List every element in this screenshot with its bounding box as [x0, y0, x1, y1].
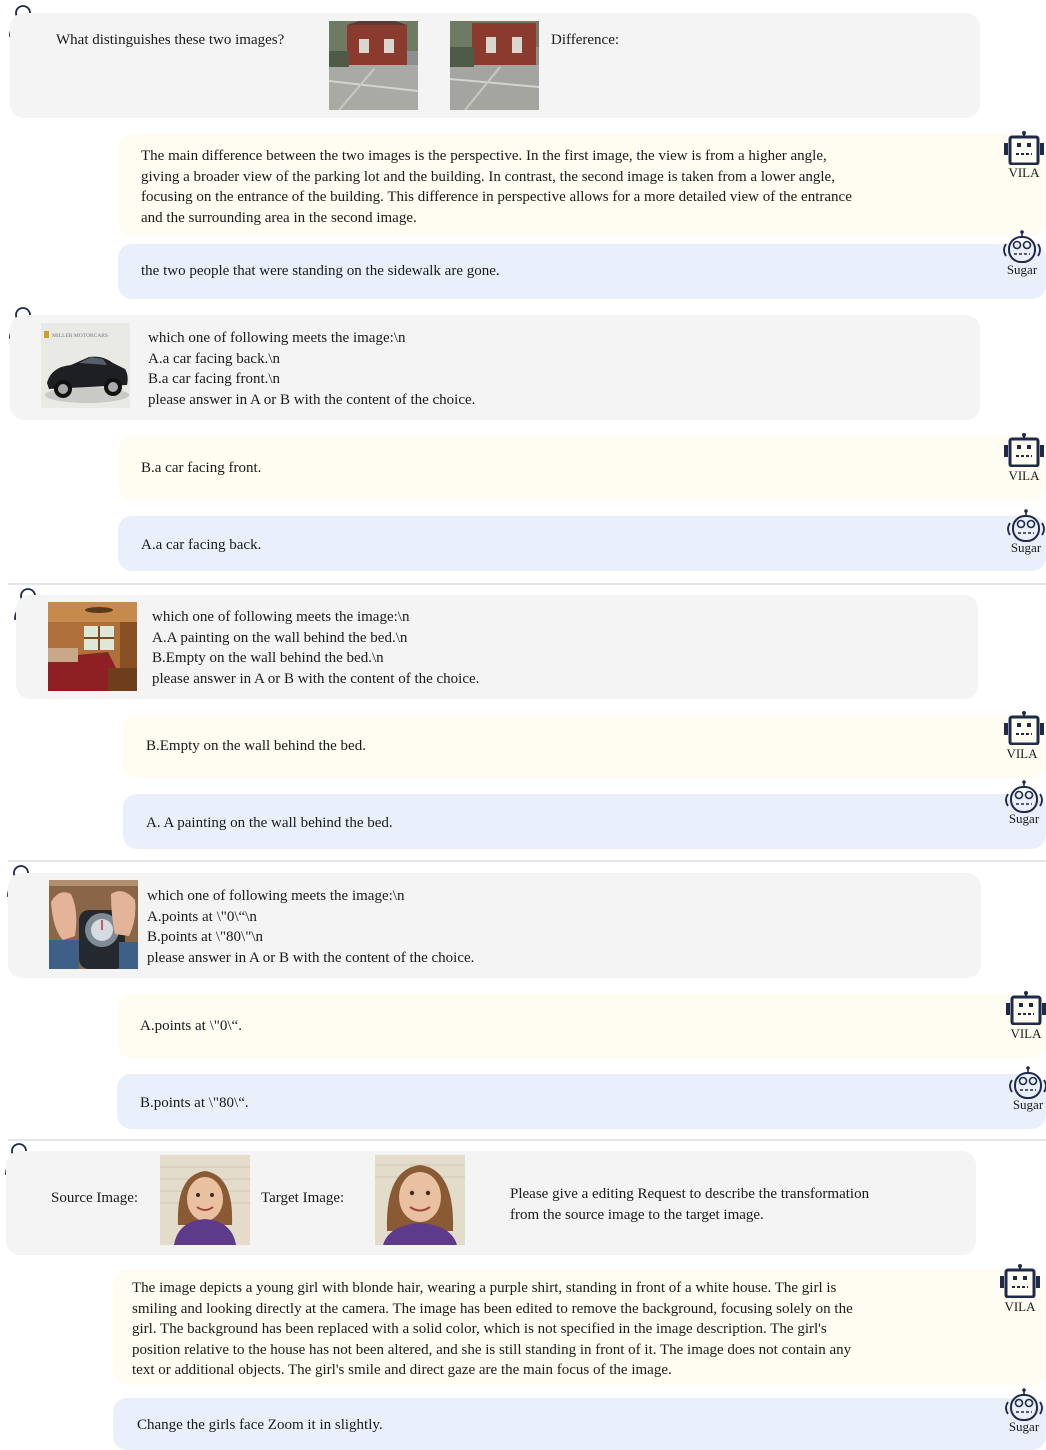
sugar-label: Sugar — [1010, 540, 1042, 555]
vila-answer-text: B.Empty on the wall behind the bed. — [146, 738, 366, 754]
target-image-label: Target Image: — [261, 1190, 345, 1206]
sugar-robot-icon — [1002, 1388, 1046, 1422]
vila-answer-text: A.points at \"0\“. — [140, 1018, 242, 1034]
sugar-robot-icon — [1002, 780, 1046, 814]
vila-answer-text: B.a car facing front. — [141, 460, 262, 476]
section-divider — [8, 860, 1046, 862]
user-question: What distinguishes these two images? — [56, 32, 285, 48]
sugar-label: Sugar — [1008, 1419, 1040, 1434]
user-prompt-text: which one of following meets the image:\… — [147, 888, 475, 966]
sugar-answer-text: A.a car facing back. — [141, 537, 262, 553]
vila-label: VILA — [1008, 468, 1040, 483]
car-image-brand-text: MILLER MOTORCARS — [52, 333, 108, 339]
vila-response-4 — [117, 994, 1046, 1058]
bedroom-image — [48, 602, 137, 691]
sugar-label: Sugar — [1012, 1097, 1044, 1112]
sugar-answer-text: Change the girls face Zoom it in slightl… — [137, 1417, 383, 1433]
sugar-answer-text: B.points at \"80\“. — [140, 1095, 249, 1111]
user-prompt-text: Please give a editing Request to describ… — [510, 1186, 870, 1223]
scale-image — [49, 880, 138, 969]
vila-label: VILA — [1006, 746, 1038, 761]
sugar-label: Sugar — [1006, 262, 1038, 277]
sugar-label: Sugar — [1008, 811, 1040, 826]
parking-lot-image-2 — [450, 21, 539, 110]
section-divider — [8, 1139, 1046, 1141]
user-prompt-text: which one of following meets the image:\… — [148, 330, 476, 408]
user-prompt-text: which one of following meets the image:\… — [152, 609, 480, 687]
vila-robot-icon — [1004, 991, 1046, 1025]
vila-label: VILA — [1008, 165, 1040, 180]
difference-label: Difference: — [551, 32, 620, 48]
vila-answer-text: The main difference between the two imag… — [141, 148, 852, 226]
sugar-response-4 — [117, 1074, 1046, 1129]
source-girl-image — [160, 1155, 250, 1245]
vila-label: VILA — [1010, 1026, 1042, 1041]
vila-robot-icon — [1002, 433, 1046, 467]
section-divider — [8, 583, 1046, 585]
vila-answer-text: The image depicts a young girl with blon… — [132, 1280, 853, 1378]
sugar-robot-icon — [1004, 509, 1046, 543]
sugar-robot-icon — [1000, 230, 1044, 264]
target-girl-image — [375, 1155, 465, 1245]
car-image: MILLER MOTORCARS — [41, 323, 130, 408]
sugar-answer-text: A. A painting on the wall behind the bed… — [146, 815, 393, 831]
parking-lot-image-1 — [329, 21, 418, 110]
source-image-label: Source Image: — [51, 1190, 139, 1206]
vila-robot-icon — [998, 1264, 1042, 1298]
sugar-robot-icon — [1006, 1066, 1046, 1100]
vila-label: VILA — [1004, 1299, 1036, 1314]
sugar-answer-text: the two people that were standing on the… — [141, 263, 500, 279]
vila-robot-icon — [1002, 711, 1046, 745]
vila-robot-icon — [1002, 131, 1046, 165]
